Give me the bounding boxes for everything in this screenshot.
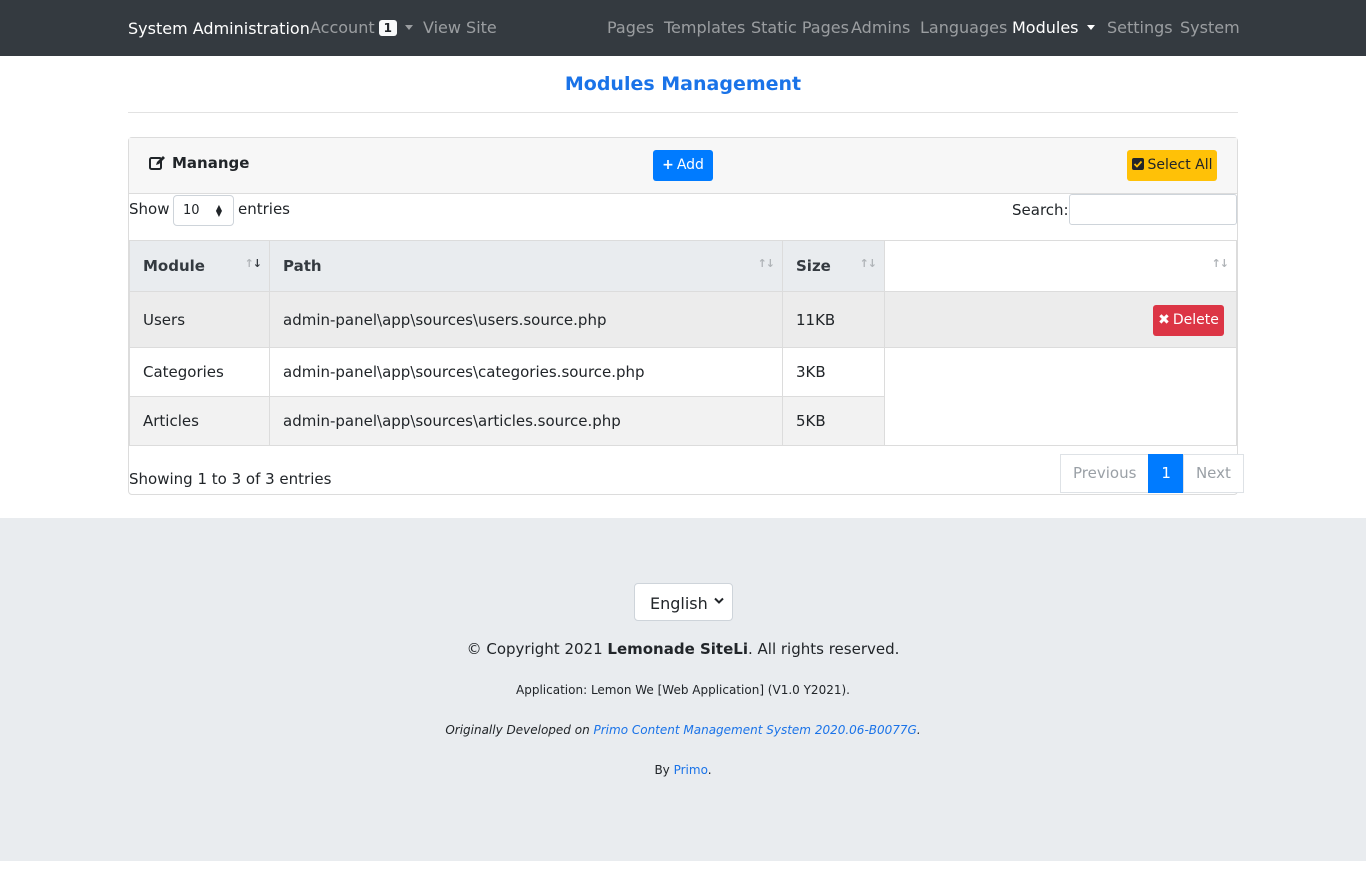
footer: English © Copyright 2021 Lemonade SiteLi… [0,518,1366,861]
updown-icon: ▲ ▼ [215,203,222,218]
nav-system[interactable]: System [1180,18,1240,37]
nav-account-label: Account [310,18,375,37]
chevron-down-icon [1086,25,1095,30]
developed-suffix: . [916,723,921,737]
cell-module: Categories [129,347,270,397]
sort-icon: ↑↓ [1211,257,1229,270]
pagination: Previous 1 Next [1060,454,1244,493]
modules-card: Manange + Add Select All Show 10 ▲ ▼ entri… [128,137,1244,495]
developed-prefix: Originally Developed on [445,723,594,737]
column-header-path[interactable]: Path ↑↓ [269,240,783,292]
cell-module: Articles [129,396,270,446]
cell-path: admin-panel\app\sources\categories.sourc… [269,347,783,397]
nav-admins[interactable]: Admins [851,18,910,37]
pagination-page-1[interactable]: 1 [1148,454,1184,493]
column-label: Size [796,257,831,275]
table-header-row: Module ↑↓ Path ↑↓ Size ↑↓ ↑↓ [129,240,1237,292]
table-row[interactable]: Articles admin-panel\app\sources\article… [129,396,1237,446]
nav-languages[interactable]: Languages [920,18,1007,37]
pagination-previous[interactable]: Previous [1060,454,1150,493]
search-label: Search: [1012,201,1069,219]
column-header-action[interactable]: ↑↓ [884,240,1237,292]
copyright-prefix: © Copyright 2021 [466,640,608,658]
cell-action [884,347,1237,397]
page-length-value: 10 [183,203,200,218]
card-header: Manange + Add Select All [129,138,1237,194]
cell-path: admin-panel\app\sources\articles.source.… [269,396,783,446]
copyright-suffix: . All rights reserved. [747,640,900,658]
copyright-text: © Copyright 2021 Lemonade SiteLi. All ri… [0,640,1366,658]
author-link[interactable]: Primo [674,763,708,777]
sort-icon: ↑↓ [244,257,262,270]
add-button[interactable]: + Add [653,150,713,181]
check-square-icon [1131,158,1144,170]
cms-link[interactable]: Primo Content Management System 2020.06-… [594,723,917,737]
sort-icon: ↑↓ [859,257,877,270]
cell-action [884,396,1237,446]
nav-modules-dropdown[interactable]: Modules [1012,18,1095,37]
account-badge: 1 [378,20,397,36]
copyright-brand: Lemonade SiteLi [607,640,748,658]
top-navbar: System Administration Account 1 View Site… [0,0,1366,56]
chevron-down-icon [404,25,413,30]
application-info: Application: Lemon We [Web Application] … [516,683,850,697]
card-header-label: Manange [172,154,250,172]
modules-table: Module ↑↓ Path ↑↓ Size ↑↓ ↑↓ Users admin-pa… [129,240,1237,446]
cell-module: Users [129,291,270,348]
table-info: Showing 1 to 3 of 3 entries [129,470,332,488]
entries-label: entries [238,200,290,218]
edit-icon [149,156,165,170]
page-length-select[interactable]: 10 ▲ ▼ [173,195,234,226]
pagination-next[interactable]: Next [1182,454,1244,493]
delete-button[interactable]: ✖ Delete [1153,305,1224,336]
plus-icon: + [662,157,674,173]
cell-size: 11KB [782,291,885,348]
show-label: Show [129,200,170,218]
language-select[interactable]: English [634,583,733,621]
by-prefix: By [654,763,674,777]
select-all-button[interactable]: Select All [1127,150,1217,181]
nav-view-site[interactable]: View Site [423,18,497,37]
nav-settings[interactable]: Settings [1107,18,1173,37]
nav-account-dropdown[interactable]: Account 1 [310,18,413,37]
add-button-label: Add [676,157,704,173]
nav-modules-label: Modules [1012,18,1079,37]
cell-size: 3KB [782,347,885,397]
sort-icon: ↑↓ [757,257,775,270]
select-all-label: Select All [1147,157,1213,173]
column-header-module[interactable]: Module ↑↓ [129,240,270,292]
close-icon: ✖ [1158,312,1170,328]
search-input[interactable] [1069,194,1237,225]
table-row[interactable]: Users admin-panel\app\sources\users.sour… [129,291,1237,348]
language-value: English [650,594,708,613]
page-title: Modules Management [564,73,802,95]
nav-static-pages[interactable]: Static Pages [751,18,849,37]
cell-path: admin-panel\app\sources\users.source.php [269,291,783,348]
column-label: Path [283,257,322,275]
author-info: By Primo. [0,763,1366,777]
chevron-down-icon [714,597,724,604]
navbar-brand[interactable]: System Administration [128,19,310,38]
nav-templates[interactable]: Templates [664,18,745,37]
cell-size: 5KB [782,396,885,446]
card-header-title: Manange [149,154,249,172]
column-header-size[interactable]: Size ↑↓ [782,240,885,292]
column-label: Module [143,257,205,275]
table-row[interactable]: Categories admin-panel\app\sources\categ… [129,347,1237,397]
nav-pages[interactable]: Pages [607,18,654,37]
title-divider [128,112,1238,113]
developed-info: Originally Developed on Primo Content Ma… [0,723,1366,737]
by-suffix: . [707,763,712,777]
delete-button-label: Delete [1172,312,1219,328]
cell-action: ✖ Delete [884,291,1237,348]
